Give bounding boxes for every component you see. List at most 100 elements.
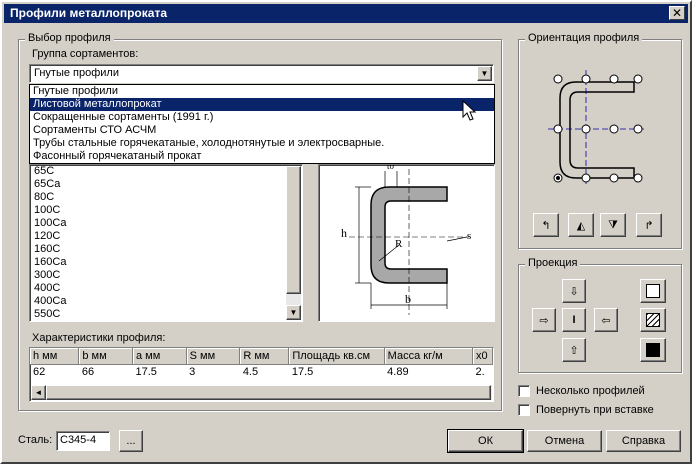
dropdown-option[interactable]: Сортаменты СТО АСЧМ [30, 124, 494, 137]
dropdown-option[interactable]: Сокращенные сортаменты (1991 г.) [30, 111, 494, 124]
dropdown-option[interactable]: Листовой металлопрокат [30, 98, 494, 111]
arrow-left-icon: ⇦ [601, 314, 611, 327]
projection-right-button[interactable]: ⇦ [594, 308, 618, 332]
rotate-left-button[interactable]: ↰ [533, 213, 559, 237]
profile-list-scrollbar[interactable]: ▼ [286, 166, 301, 320]
arrow-right-icon: ⇨ [539, 314, 549, 327]
assortment-group-combo[interactable]: Гнутые профили ▼ [29, 64, 494, 83]
rotate-left-icon: ↰ [541, 219, 551, 232]
rotate-on-insert-label: Повернуть при вставке [536, 404, 654, 416]
scroll-down-icon[interactable]: ▼ [286, 305, 301, 320]
cancel-button[interactable]: Отмена [527, 430, 602, 452]
channel-profile-drawing: h b R s t0 [341, 161, 471, 315]
profile-list-item[interactable]: 120С [30, 230, 302, 243]
profile-list-item[interactable]: 65С [30, 165, 302, 178]
characteristics-grid[interactable]: h мм b мм a мм S мм R мм Площадь кв.см Масса к… [29, 347, 494, 402]
steel-browse-button[interactable]: ... [119, 430, 143, 452]
assortment-dropdown-list[interactable]: Гнутые профили Листовой металлопрокат Сокр… [29, 84, 495, 164]
group-label: Группа сортаментов: [32, 48, 139, 60]
profile-list-item[interactable]: 100Са [30, 217, 302, 230]
characteristics-title: Характеристики профиля: [32, 332, 166, 344]
profile-listbox[interactable]: 65С 65Са 80С 100С 100Са 120С 160С 160Са 300С 400С… [29, 164, 303, 322]
profile-selection-title: Выбор профиля [25, 32, 114, 44]
multiple-profiles-label: Несколько профилей [536, 385, 645, 397]
table-cell: 2. [475, 365, 485, 378]
hatch-square-icon [646, 313, 660, 327]
table-cell: 3 [189, 365, 196, 378]
dim-s-label: s [467, 230, 471, 242]
dim-b-label: b [405, 292, 411, 306]
profile-list-item[interactable]: 400С [30, 282, 302, 295]
table-cell: 66 [81, 365, 95, 378]
multiple-profiles-checkbox[interactable] [518, 385, 530, 397]
arrow-up-icon: ⇧ [569, 344, 579, 357]
dropdown-option[interactable]: Трубы стальные горячекатаные, холоднотян… [30, 137, 494, 150]
fill-none-button[interactable] [640, 279, 666, 303]
profile-drawing: h b R s t0 [318, 161, 495, 322]
table-cell: 4.5 [242, 365, 259, 378]
profile-list-item[interactable]: 80С [30, 191, 302, 204]
mirror-horizontal-icon: ⧩ [608, 218, 618, 231]
characteristics-scrollbar[interactable]: ◄ [31, 385, 492, 400]
projection-bottom-button[interactable]: ⇧ [562, 338, 586, 362]
column-header[interactable]: h мм [30, 348, 80, 365]
table-cell: 17.5 [291, 365, 314, 378]
rotate-on-insert-checkbox[interactable] [518, 404, 530, 416]
mouse-pointer-icon [462, 100, 476, 121]
solid-square-icon [646, 343, 660, 357]
combo-value: Гнутые профили [34, 67, 119, 79]
dim-r-label: R [395, 238, 403, 250]
mirror-vertical-icon: ◭ [576, 219, 586, 232]
help-button[interactable]: Справка [606, 430, 681, 452]
profile-list-item[interactable]: 65Са [30, 178, 302, 191]
dialog-window: Профили металлопроката ✕ Выбор профиля Г… [0, 0, 692, 464]
column-header[interactable]: x0 [472, 348, 493, 365]
column-header[interactable]: R мм [239, 348, 290, 365]
column-header[interactable]: b мм [78, 348, 133, 365]
column-header[interactable]: Масса кг/м [384, 348, 474, 365]
scroll-left-icon[interactable]: ◄ [31, 385, 46, 400]
mirror-vertical-button[interactable]: ◭ [568, 213, 594, 237]
profile-list-item[interactable]: 410С [30, 321, 302, 322]
window-title: Профили металлопроката [10, 6, 167, 20]
table-cell: 17.5 [135, 365, 157, 378]
close-button[interactable]: ✕ [669, 6, 685, 20]
title-bar: Профили металлопроката ✕ [4, 4, 688, 23]
dim-h-label: h [341, 226, 347, 240]
arrow-down-icon: ⇩ [569, 285, 579, 298]
column-header[interactable]: S мм [186, 348, 241, 365]
table-cell: 4.89 [387, 365, 409, 378]
orientation-preview [548, 70, 646, 186]
table-cell: 62 [33, 365, 46, 378]
dim-t-label: t0 [387, 165, 395, 171]
dropdown-option[interactable]: Фасонный горячекатаный прокат [30, 150, 494, 163]
fill-hatch-button[interactable] [640, 308, 666, 332]
i-beam-icon: I [572, 314, 576, 326]
h-scroll-thumb[interactable] [46, 385, 491, 400]
column-header[interactable]: a мм [132, 348, 187, 365]
mirror-horizontal-button[interactable]: ⧩ [600, 213, 626, 237]
profile-list-item[interactable]: 100С [30, 204, 302, 217]
projection-top-button[interactable]: ⇩ [562, 279, 586, 303]
steel-label: Сталь: [18, 434, 53, 446]
profile-list-item[interactable]: 160Са [30, 256, 302, 269]
profile-list-item[interactable]: 550С [30, 308, 302, 321]
rotate-right-button[interactable]: ↱ [636, 213, 662, 237]
orientation-title: Ориентация профиля [525, 32, 643, 44]
chevron-down-icon[interactable]: ▼ [477, 66, 492, 81]
fill-solid-button[interactable] [640, 338, 666, 362]
scroll-thumb[interactable] [286, 166, 301, 294]
empty-square-icon [646, 284, 660, 298]
profile-list-item[interactable]: 400Са [30, 295, 302, 308]
projection-front-button[interactable]: I [562, 308, 586, 332]
projection-title: Проекция [525, 257, 581, 269]
profile-list-item[interactable]: 300С [30, 269, 302, 282]
column-header[interactable]: Площадь кв.см [288, 348, 385, 365]
ok-button[interactable]: ОК [447, 429, 524, 453]
dropdown-option[interactable]: Гнутые профили [30, 85, 494, 98]
steel-input[interactable]: С345-4 [56, 431, 110, 451]
projection-left-button[interactable]: ⇨ [532, 308, 556, 332]
profile-list-item[interactable]: 160С [30, 243, 302, 256]
rotate-right-icon: ↱ [644, 219, 654, 232]
table-row[interactable]: 62 66 17.5 3 4.5 17.5 4.89 2. [30, 364, 493, 379]
